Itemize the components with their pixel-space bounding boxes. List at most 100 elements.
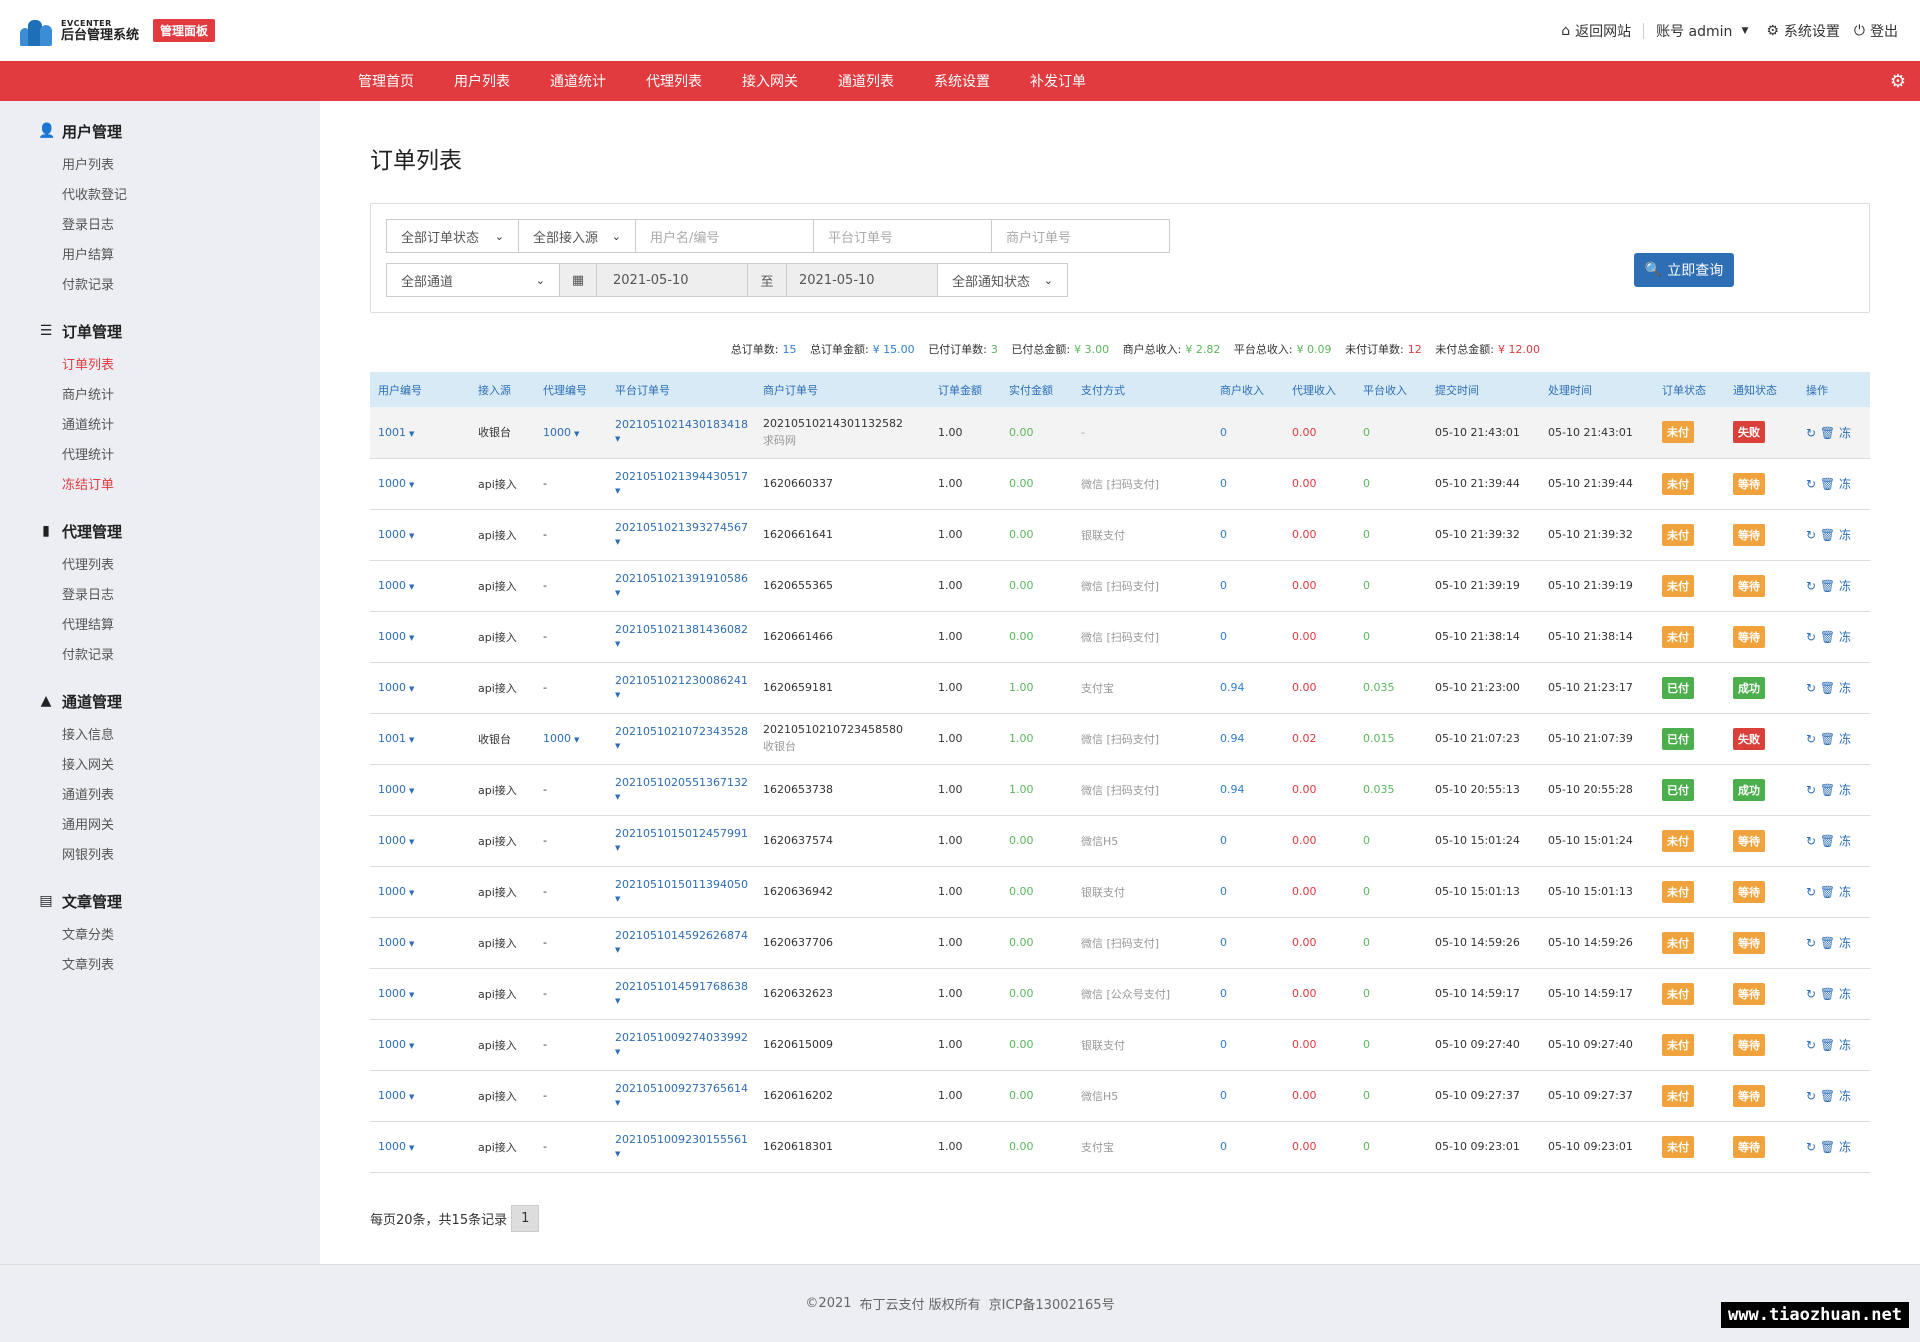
freeze-link[interactable]: 冻	[1839, 426, 1851, 440]
sidebar-item[interactable]: 商户统计	[38, 381, 320, 411]
refresh-icon[interactable]: ↻	[1806, 1140, 1816, 1154]
sidebar-item[interactable]: 登录日志	[38, 581, 320, 611]
sidebar-item[interactable]: 通道列表	[38, 781, 320, 811]
sidebar-item[interactable]: 代收款登记	[38, 181, 320, 211]
date-from-input[interactable]: 2021-05-10	[596, 263, 748, 297]
sidebar-item-active[interactable]: 订单列表	[38, 351, 320, 381]
user-id-dropdown[interactable]: 1000 ▼	[378, 579, 414, 592]
sidebar-item[interactable]: 代理统计	[38, 441, 320, 471]
freeze-link[interactable]: 冻	[1839, 1089, 1851, 1103]
refresh-icon[interactable]: ↻	[1806, 936, 1816, 950]
user-id-dropdown[interactable]: 1000 ▼	[378, 1140, 414, 1153]
nav-item-agents[interactable]: 代理列表	[646, 71, 702, 91]
trash-icon[interactable]: 🗑	[1820, 528, 1835, 542]
trash-icon[interactable]: 🗑	[1820, 1038, 1835, 1052]
channel-select[interactable]: 全部通道 ⌄	[386, 263, 560, 297]
access-source-select[interactable]: 全部接入源 ⌄	[518, 219, 636, 253]
trash-icon[interactable]: 🗑	[1820, 987, 1835, 1001]
nav-item-channel-stats[interactable]: 通道统计	[550, 71, 606, 91]
user-id-dropdown[interactable]: 1000 ▼	[378, 528, 414, 541]
system-settings-link[interactable]: ⚙ 系统设置	[1766, 21, 1840, 41]
footer-icp-link[interactable]: 京ICP备13002165号	[989, 1294, 1115, 1313]
platform-order-dropdown[interactable]: 2021051021394430517 ▼	[615, 470, 755, 498]
platform-order-dropdown[interactable]: 2021051020551367132 ▼	[615, 776, 755, 804]
user-id-dropdown[interactable]: 1000 ▼	[378, 477, 414, 490]
nav-item-gateway[interactable]: 接入网关	[742, 71, 798, 91]
nav-gear-icon[interactable]: ⚙	[1890, 71, 1906, 92]
platform-order-dropdown[interactable]: 2021051021393274567 ▼	[615, 521, 755, 549]
sidebar-item[interactable]: 代理结算	[38, 611, 320, 641]
platform-order-dropdown[interactable]: 2021051009274033992 ▼	[615, 1031, 755, 1059]
query-button[interactable]: 🔍 立即查询	[1634, 253, 1734, 287]
platform-order-dropdown[interactable]: 2021051021430183418 ▼	[615, 418, 755, 446]
nav-item-home[interactable]: 管理首页	[358, 71, 414, 91]
sidebar-item-frozen-orders[interactable]: 冻结订单	[38, 471, 320, 501]
freeze-link[interactable]: 冻	[1839, 987, 1851, 1001]
freeze-link[interactable]: 冻	[1839, 834, 1851, 848]
trash-icon[interactable]: 🗑	[1820, 477, 1835, 491]
platform-order-dropdown[interactable]: 2021051014592626874 ▼	[615, 929, 755, 957]
refresh-icon[interactable]: ↻	[1806, 885, 1816, 899]
logout-link[interactable]: ⏻ 登出	[1854, 21, 1898, 41]
date-to-input[interactable]: 2021-05-10	[786, 263, 938, 297]
user-id-dropdown[interactable]: 1001 ▼	[378, 732, 414, 745]
freeze-link[interactable]: 冻	[1839, 681, 1851, 695]
freeze-link[interactable]: 冻	[1839, 477, 1851, 491]
nav-item-users[interactable]: 用户列表	[454, 71, 510, 91]
sidebar-item[interactable]: 通道统计	[38, 411, 320, 441]
trash-icon[interactable]: 🗑	[1820, 1089, 1835, 1103]
refresh-icon[interactable]: ↻	[1806, 1089, 1816, 1103]
freeze-link[interactable]: 冻	[1839, 936, 1851, 950]
platform-order-dropdown[interactable]: 2021051021072343528 ▼	[615, 725, 755, 753]
platform-order-dropdown[interactable]: 2021051009230155561 ▼	[615, 1133, 755, 1161]
order-status-select[interactable]: 全部订单状态 ⌄	[386, 219, 519, 253]
back-to-site-link[interactable]: ⌂ 返回网站	[1561, 21, 1631, 41]
notify-status-select[interactable]: 全部通知状态 ⌄	[937, 263, 1068, 297]
refresh-icon[interactable]: ↻	[1806, 579, 1816, 593]
logo[interactable]: EVCENTER 后台管理系统	[20, 16, 139, 46]
freeze-link[interactable]: 冻	[1839, 579, 1851, 593]
page-button[interactable]: 1	[511, 1204, 540, 1232]
platform-order-dropdown[interactable]: 2021051014591768638 ▼	[615, 980, 755, 1008]
sidebar-item[interactable]: 付款记录	[38, 641, 320, 671]
platform-order-dropdown[interactable]: 2021051009273765614 ▼	[615, 1082, 755, 1110]
refresh-icon[interactable]: ↻	[1806, 681, 1816, 695]
refresh-icon[interactable]: ↻	[1806, 834, 1816, 848]
freeze-link[interactable]: 冻	[1839, 885, 1851, 899]
user-id-dropdown[interactable]: 1000 ▼	[378, 630, 414, 643]
trash-icon[interactable]: 🗑	[1820, 936, 1835, 950]
user-id-dropdown[interactable]: 1000 ▼	[378, 681, 414, 694]
trash-icon[interactable]: 🗑	[1820, 579, 1835, 593]
sidebar-item[interactable]: 文章分类	[38, 921, 320, 951]
freeze-link[interactable]: 冻	[1839, 630, 1851, 644]
trash-icon[interactable]: 🗑	[1820, 1140, 1835, 1154]
trash-icon[interactable]: 🗑	[1820, 834, 1835, 848]
user-id-dropdown[interactable]: 1000 ▼	[378, 885, 414, 898]
sidebar-heading[interactable]: ▤ 文章管理	[38, 891, 320, 911]
refresh-icon[interactable]: ↻	[1806, 1038, 1816, 1052]
trash-icon[interactable]: 🗑	[1820, 783, 1835, 797]
trash-icon[interactable]: 🗑	[1820, 630, 1835, 644]
platform-order-dropdown[interactable]: 2021051015012457991 ▼	[615, 827, 755, 855]
sidebar-item[interactable]: 文章列表	[38, 951, 320, 981]
platform-order-dropdown[interactable]: 2021051021381436082 ▼	[615, 623, 755, 651]
user-id-dropdown[interactable]: 1000 ▼	[378, 783, 414, 796]
sidebar-item[interactable]: 接入网关	[38, 751, 320, 781]
sidebar-heading[interactable]: ▮ 代理管理	[38, 521, 320, 541]
refresh-icon[interactable]: ↻	[1806, 528, 1816, 542]
nav-item-reissue[interactable]: 补发订单	[1030, 71, 1086, 91]
user-id-dropdown[interactable]: 1000 ▼	[378, 987, 414, 1000]
refresh-icon[interactable]: ↻	[1806, 732, 1816, 746]
user-input[interactable]: 用户名/编号	[635, 219, 814, 253]
merchant-order-input[interactable]: 商户订单号	[991, 219, 1170, 253]
refresh-icon[interactable]: ↻	[1806, 426, 1816, 440]
platform-order-dropdown[interactable]: 2021051021230086241 ▼	[615, 674, 755, 702]
user-id-dropdown[interactable]: 1000 ▼	[378, 936, 414, 949]
sidebar-item[interactable]: 用户列表	[38, 151, 320, 181]
sidebar-item[interactable]: 用户结算	[38, 241, 320, 271]
platform-order-input[interactable]: 平台订单号	[813, 219, 992, 253]
refresh-icon[interactable]: ↻	[1806, 630, 1816, 644]
trash-icon[interactable]: 🗑	[1820, 681, 1835, 695]
trash-icon[interactable]: 🗑	[1820, 885, 1835, 899]
account-dropdown[interactable]: 账号 admin ▼	[1656, 21, 1748, 41]
